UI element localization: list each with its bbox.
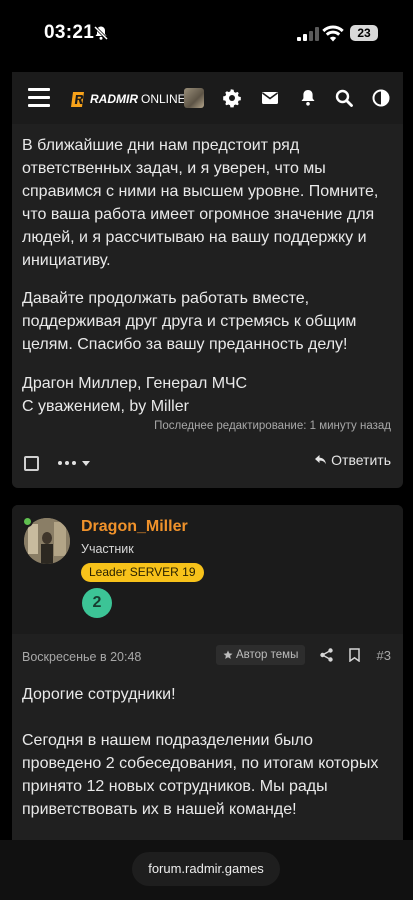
battery-indicator: 23 bbox=[350, 25, 378, 41]
user-info-block: Dragon_Miller Участник Leader SERVER 19 … bbox=[12, 505, 403, 634]
logo-text-bold: RADMIR bbox=[90, 92, 138, 106]
radmir-logo-icon bbox=[71, 91, 84, 107]
wifi-icon bbox=[322, 25, 344, 42]
browser-bottom-bar: forum.radmir.games bbox=[0, 840, 413, 900]
more-options-button[interactable] bbox=[58, 454, 94, 472]
site-logo[interactable]: RADMIR ONLINE bbox=[70, 90, 186, 108]
cell-signal-icon bbox=[297, 27, 319, 41]
url-bar[interactable]: forum.radmir.games bbox=[132, 852, 280, 886]
author-tag-label: Автор темы bbox=[236, 649, 299, 661]
post-card: В ближайшие дни нам предстоит ряд ответс… bbox=[12, 124, 403, 488]
post-greeting: Дорогие сотрудники! bbox=[22, 686, 176, 703]
status-bar: 03:21 23 bbox=[0, 0, 413, 64]
post-signature-line: Драгон Миллер, Генерал МЧС bbox=[22, 375, 248, 392]
share-icon[interactable] bbox=[320, 648, 333, 662]
post-number[interactable]: #3 bbox=[377, 648, 391, 663]
envelope-icon[interactable] bbox=[260, 88, 280, 108]
post-paragraph: Давайте продолжать работать вместе, подд… bbox=[22, 290, 357, 353]
post-card: Dragon_Miller Участник Leader SERVER 19 … bbox=[12, 505, 403, 850]
theme-toggle-icon[interactable] bbox=[371, 88, 391, 108]
user-title: Участник bbox=[81, 542, 134, 556]
post-date[interactable]: Воскресенье в 20:48 bbox=[22, 650, 141, 664]
edit-note: Последнее редактирование: 1 минуту назад bbox=[154, 420, 391, 432]
author-tag: Автор темы bbox=[216, 645, 306, 665]
search-icon[interactable] bbox=[334, 88, 354, 108]
star-icon bbox=[223, 650, 233, 659]
site-header: RADMIR ONLINE bbox=[12, 72, 403, 124]
level-badge: 2 bbox=[82, 588, 112, 618]
bell-icon[interactable] bbox=[298, 88, 318, 108]
reply-icon bbox=[315, 455, 327, 465]
bell-muted-icon bbox=[93, 25, 109, 41]
post-signature-line: С уважением, by Miller bbox=[22, 398, 189, 415]
bookmark-icon[interactable] bbox=[349, 648, 360, 662]
user-avatar[interactable] bbox=[184, 88, 204, 108]
menu-icon[interactable] bbox=[28, 88, 50, 108]
reply-label: Ответить bbox=[331, 452, 391, 468]
user-badge: Leader SERVER 19 bbox=[81, 563, 204, 582]
post-paragraph: Сегодня в нашем подразделении было прове… bbox=[22, 732, 379, 818]
status-time: 03:21 bbox=[44, 22, 95, 43]
username[interactable]: Dragon_Miller bbox=[81, 518, 188, 536]
reply-button[interactable]: Ответить bbox=[314, 452, 391, 468]
post-paragraph: В ближайшие дни нам предстоит ряд ответс… bbox=[22, 137, 379, 269]
online-status-indicator bbox=[22, 516, 33, 527]
select-checkbox[interactable] bbox=[24, 456, 39, 471]
logo-text-light: ONLINE bbox=[141, 92, 186, 106]
gear-icon[interactable] bbox=[222, 88, 242, 108]
